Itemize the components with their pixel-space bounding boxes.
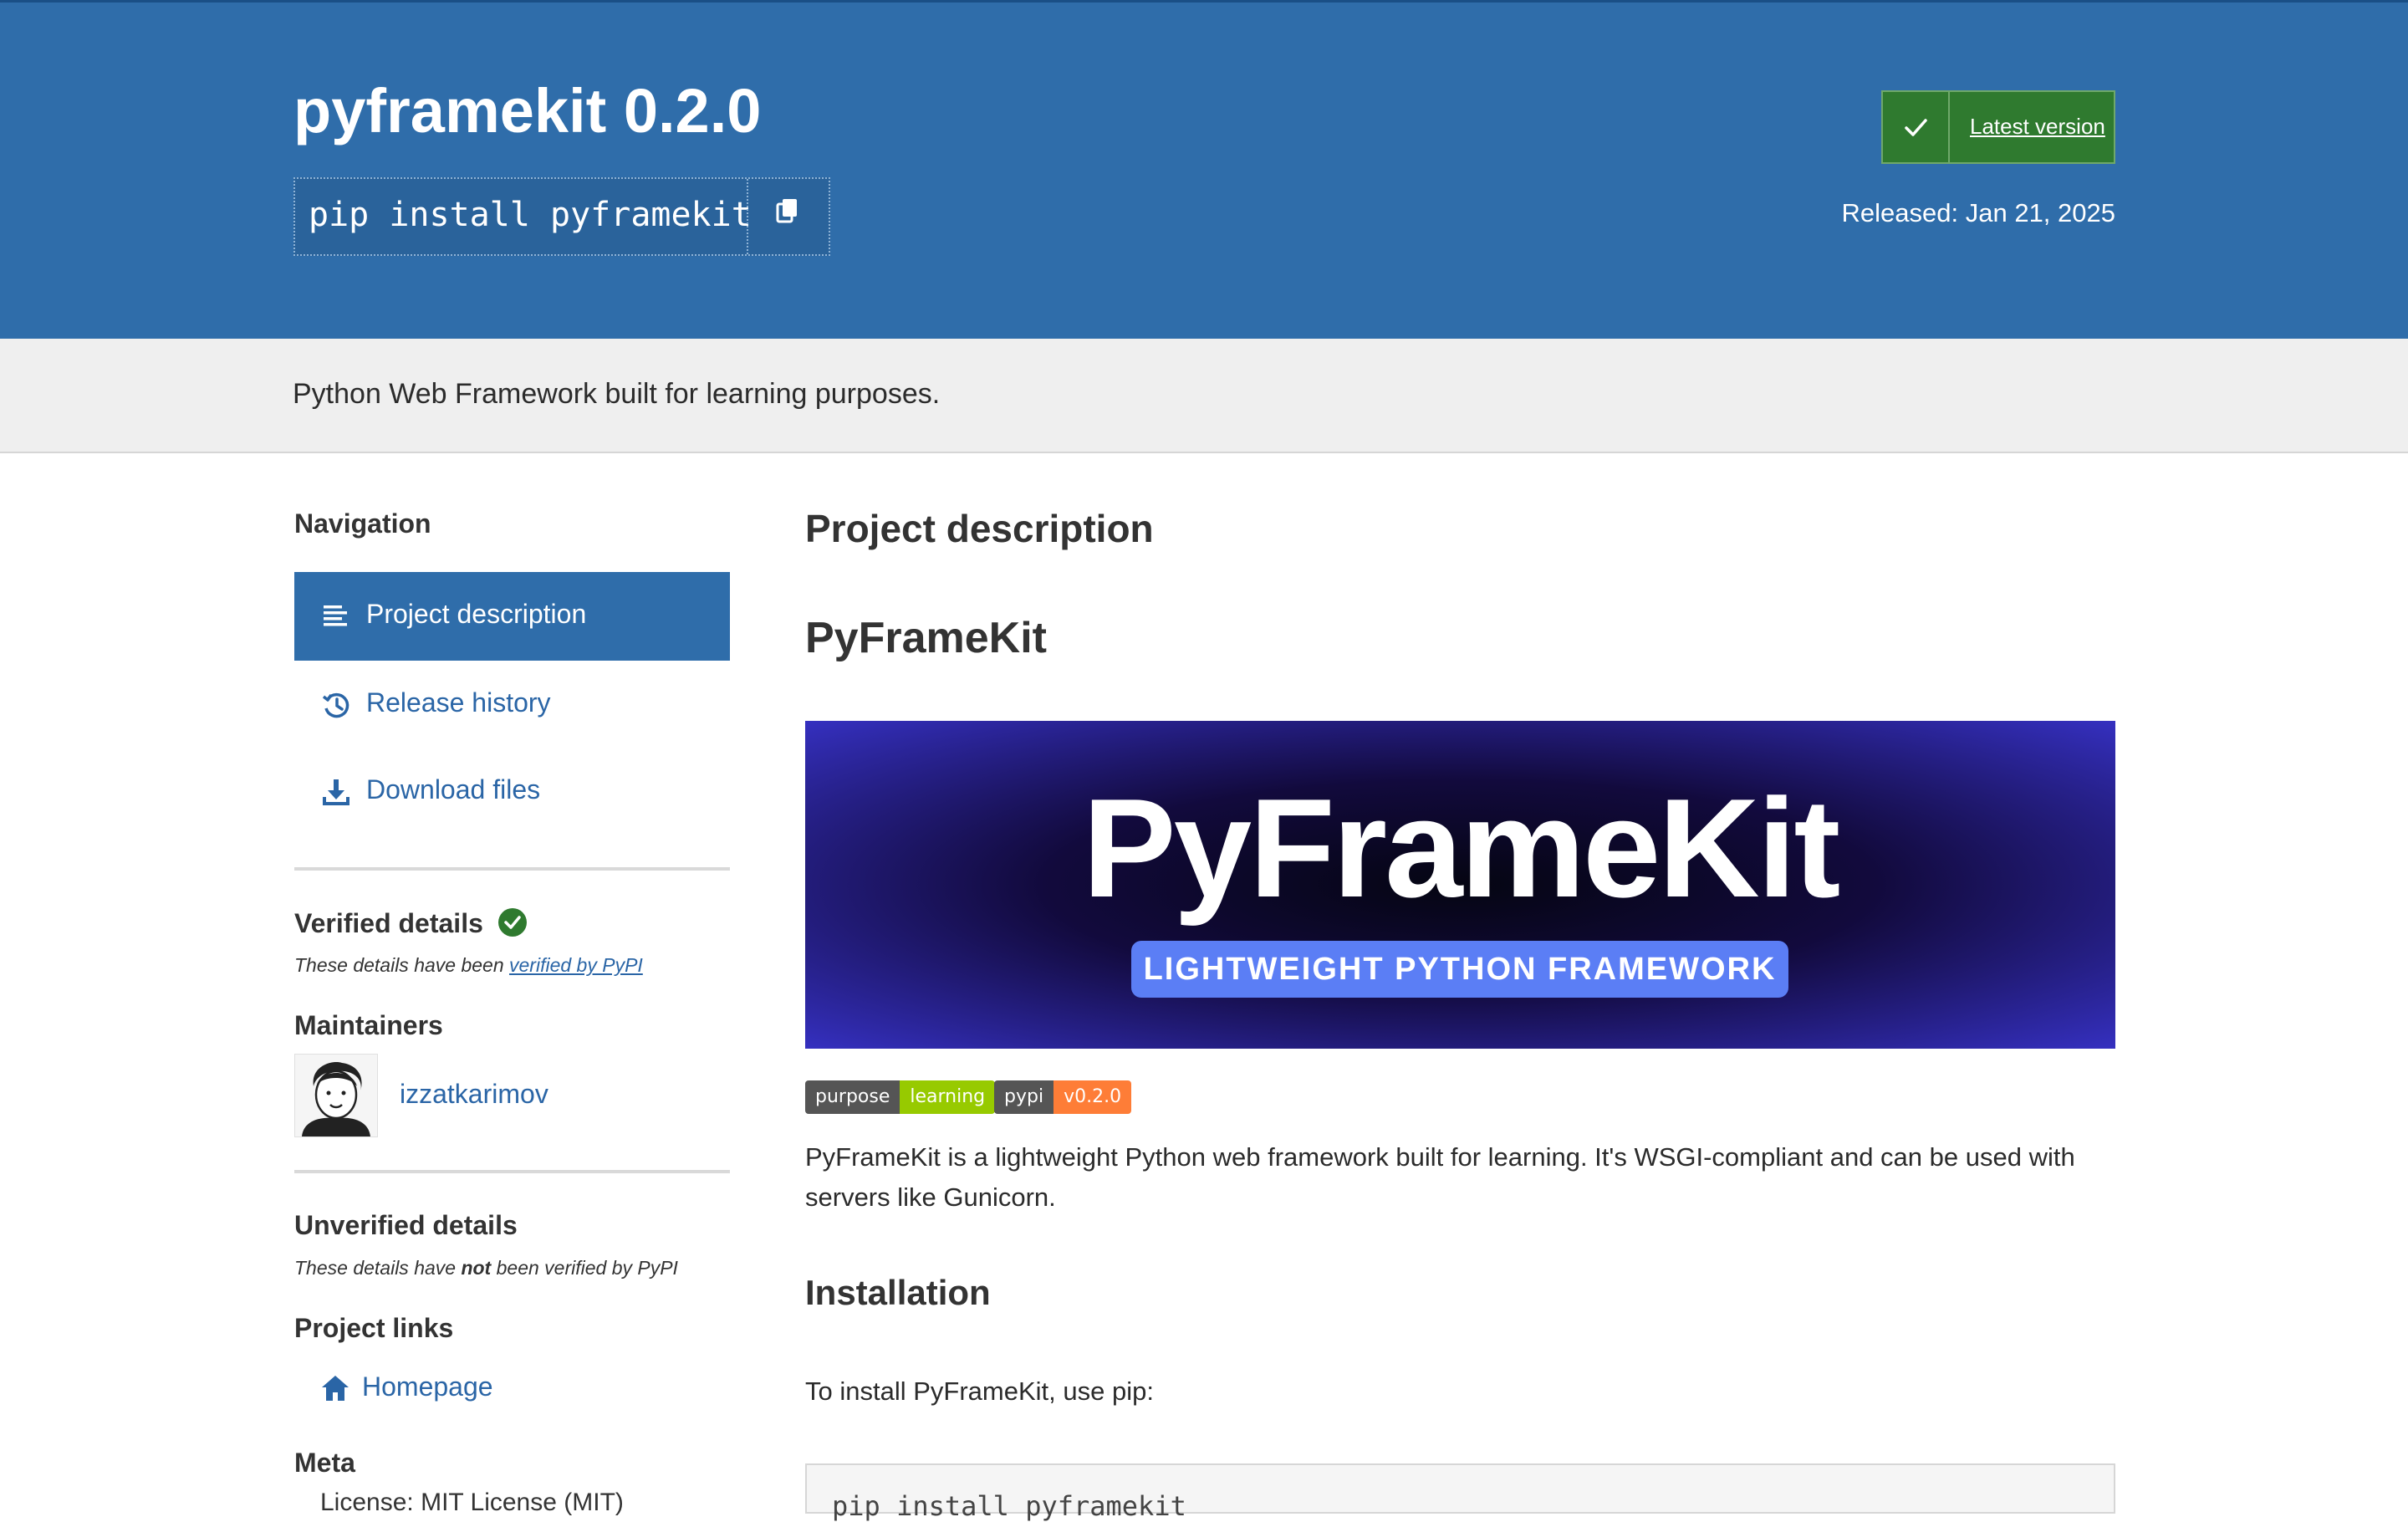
download-icon (323, 779, 349, 805)
intro-paragraph-line1: PyFrameKit is a lightweight Python web f… (805, 1142, 2075, 1172)
home-icon (322, 1376, 349, 1401)
banner-title: PyFrameKit (1082, 769, 1841, 927)
maintainer-link[interactable]: izzatkarimov (400, 1079, 548, 1110)
intro-paragraph-line2: servers like Gunicorn. (805, 1182, 1056, 1212)
installation-heading: Installation (805, 1273, 991, 1312)
latest-check-box (1883, 92, 1950, 162)
readme-title: PyFrameKit (805, 614, 1047, 662)
badge-left: pypi (994, 1080, 1054, 1114)
install-code-block: pip install pyframekit (805, 1463, 2115, 1522)
nav-label: Project description (366, 599, 587, 629)
homepage-label: Homepage (362, 1371, 493, 1402)
unverified-note: These details have not been verified by … (294, 1257, 678, 1279)
navigation-heading: Navigation (294, 508, 431, 539)
pip-install-box: pip install pyframekit (293, 177, 830, 256)
history-icon (322, 692, 349, 718)
maintainer-avatar[interactable] (294, 1054, 378, 1137)
unverified-note-text: These details have (294, 1257, 462, 1279)
sidebar-divider (294, 1170, 730, 1173)
project-description-heading: Project description (805, 507, 1154, 550)
nav-label: Release history (366, 687, 551, 718)
verified-details-heading: Verified details (294, 907, 528, 939)
package-summary: Python Web Framework built for learning … (293, 378, 941, 410)
release-date: Released: Jan 21, 2025 (1841, 198, 2115, 227)
project-banner: PyFrameKit LIGHTWEIGHT PYTHON FRAMEWORK (805, 721, 2115, 1049)
unverified-note-text: been verified by PyPI (491, 1257, 678, 1279)
maintainers-heading: Maintainers (294, 1010, 443, 1040)
verified-by-pypi-link[interactable]: verified by PyPI (509, 954, 643, 976)
banner-subtitle: LIGHTWEIGHT PYTHON FRAMEWORK (1143, 952, 1777, 987)
install-code: pip install pyframekit (832, 1490, 1186, 1522)
nav-download-files[interactable]: Download files (294, 748, 730, 836)
banner-subtitle-pill: LIGHTWEIGHT PYTHON FRAMEWORK (1131, 941, 1788, 998)
badge-purpose: purpose learning (805, 1080, 996, 1114)
project-links-heading: Project links (294, 1313, 454, 1343)
summary-bar: Python Web Framework built for learning … (0, 339, 2408, 453)
verified-note: These details have been verified by PyPI (294, 954, 643, 977)
copy-icon (776, 199, 797, 223)
verified-note-text: These details have been (294, 954, 510, 976)
package-header: pyframekit 0.2.0 pip install pyframekit … (0, 3, 2408, 339)
align-left-icon (324, 605, 347, 626)
nav-label: Download files (366, 774, 541, 804)
verified-details-title: Verified details (294, 908, 483, 938)
unverified-note-emphasis: not (461, 1257, 492, 1279)
latest-version-link[interactable]: Latest version (1970, 114, 2105, 140)
avatar-illustration (302, 1062, 370, 1136)
meta-heading: Meta (294, 1448, 355, 1478)
nav-release-history[interactable]: Release history (294, 661, 730, 749)
badge-right: learning (900, 1080, 996, 1114)
badge-pypi: pypi v0.2.0 (994, 1080, 1132, 1114)
package-title: pyframekit 0.2.0 (293, 76, 762, 146)
badge-left: purpose (805, 1080, 900, 1114)
check-icon (1905, 119, 1927, 136)
install-instructions: To install PyFrameKit, use pip: (805, 1376, 1154, 1406)
badge-right: v0.2.0 (1054, 1080, 1132, 1114)
nav-project-description[interactable]: Project description (294, 572, 730, 661)
latest-version-badge[interactable]: Latest version (1881, 90, 2115, 164)
copy-button[interactable] (748, 179, 829, 254)
verified-check-icon (497, 908, 527, 937)
sidebar-divider (294, 867, 730, 871)
pip-command[interactable]: pip install pyframekit (309, 196, 752, 234)
unverified-details-heading: Unverified details (294, 1210, 518, 1240)
meta-license: License: MIT License (MIT) (320, 1489, 624, 1516)
